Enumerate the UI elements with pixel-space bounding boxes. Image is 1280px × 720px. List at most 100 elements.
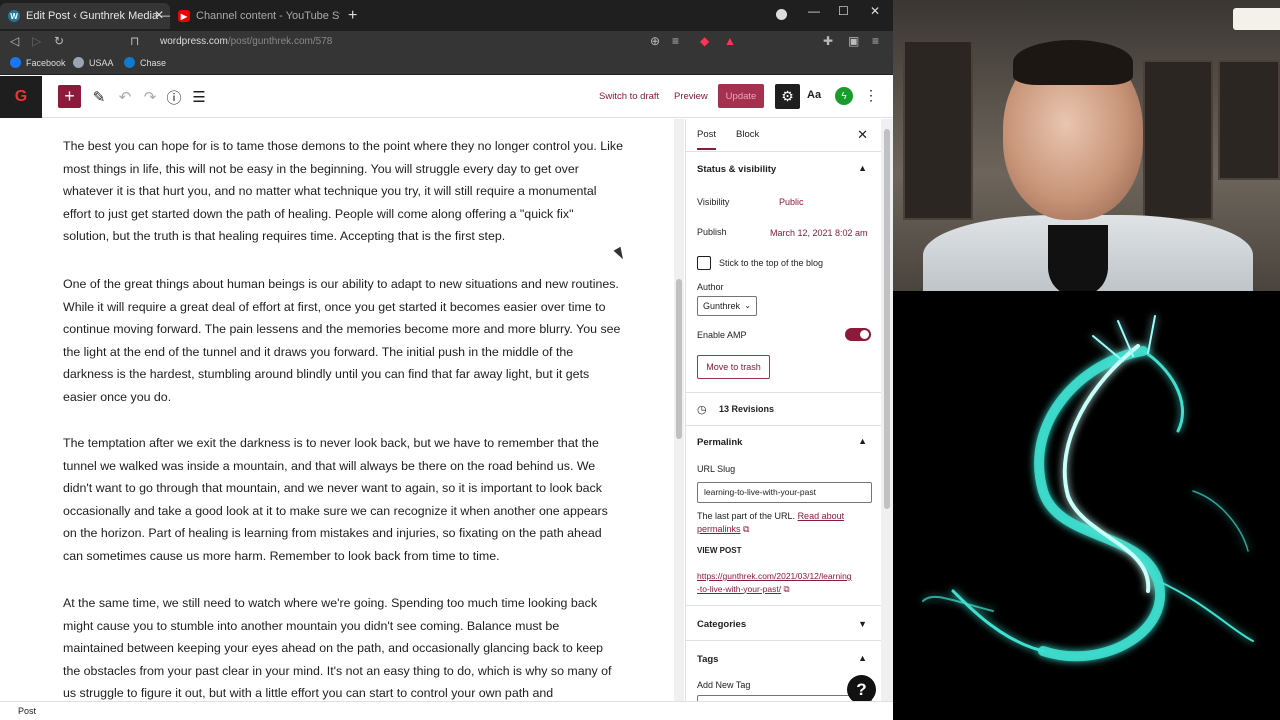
move-to-trash-button[interactable]: Move to trash [697,355,770,379]
wallet-icon[interactable]: ▣ [848,34,859,48]
divider [686,640,881,641]
youtube-icon: ▶ [178,10,190,22]
paragraph-block[interactable]: At the same time, we still need to watch… [63,592,623,701]
block-breadcrumb-bar: Post [0,701,893,720]
reload-icon[interactable]: ↻ [54,34,64,48]
preview-button[interactable]: Preview [674,91,708,102]
amp-label: Enable AMP [697,330,747,340]
help-question-icon[interactable]: ? [847,675,876,704]
sticky-checkbox[interactable] [697,256,711,270]
url-slug-input[interactable]: learning-to-live-with-your-past [697,482,872,503]
sticky-label: Stick to the top of the blog [719,258,824,268]
profile-icon[interactable] [776,9,787,20]
typography-button[interactable]: Aa [807,89,821,101]
view-post-link[interactable]: https://gunthrek.com/2021/03/12/learning… [697,570,875,595]
author-value: Gunthrek [703,301,741,311]
chevron-down-icon[interactable]: ▼ [858,619,867,629]
maximize-icon[interactable]: ☐ [838,4,849,18]
editor-header: G + ✎ ↶ ↷ ⓘ ☰ Switch to draft Preview Up… [0,76,893,118]
author-select[interactable]: Gunthrek ⌄ [697,296,757,316]
close-sidebar-icon[interactable]: ✕ [857,127,868,143]
categories-heading[interactable]: Categories [697,619,746,630]
add-block-button[interactable]: + [58,85,81,108]
person-hair [1013,40,1133,85]
paragraph-block[interactable]: The best you can hope for is to tame tho… [63,135,623,248]
minimize-icon[interactable]: — [808,4,820,18]
tab-block[interactable]: Block [736,129,759,140]
editor-gutter [0,119,42,701]
visibility-value[interactable]: Public [779,197,804,207]
cabinet [903,40,973,220]
cabinet [1143,60,1213,220]
sidebar-tabs: Post Block ✕ [686,119,881,152]
details-info-icon[interactable]: ⓘ [165,85,183,109]
tools-pencil-icon[interactable]: ✎ [90,85,108,109]
status-visibility-heading[interactable]: Status & visibility [697,164,776,175]
new-tab-button[interactable]: + [340,3,364,29]
chevron-up-icon[interactable]: ▲ [858,163,867,173]
breadcrumb-post[interactable]: Post [18,706,36,716]
webcam-feed [893,0,1280,291]
amp-toggle[interactable] [845,328,871,341]
bookmark-label: USAA [89,57,114,68]
publish-date-value[interactable]: March 12, 2021 8:02 am [770,228,868,238]
redo-icon[interactable]: ↷ [141,85,159,109]
switch-to-draft-button[interactable]: Switch to draft [599,91,659,102]
back-icon[interactable]: ◁ [10,34,19,48]
options-kebab-icon[interactable]: ⋮ [864,87,878,104]
tab-post[interactable]: Post [697,129,717,150]
tab-title: Channel content - YouTube Studio [196,10,340,22]
post-url-line2[interactable]: -to-live-with-your-past/ [697,584,781,594]
install-icon[interactable]: ⊕ [650,34,660,48]
dragon-s-logo-icon [922,315,1254,662]
post-url-line1[interactable]: https://gunthrek.com/2021/03/12/learning [697,570,875,583]
person-shirt [1048,225,1108,291]
wordpress-icon: W [8,10,20,22]
divider [686,605,881,606]
nav-bar: ◁ ▷ ↻ ⊓ wordpress.com/post/gunthrek.com/… [0,31,893,53]
close-tab-icon[interactable]: ✕ [154,8,164,22]
menu-icon[interactable]: ≡ [872,34,879,48]
usaa-icon [73,57,84,68]
paragraph-block[interactable]: The temptation after we exit the darknes… [63,432,623,568]
bookmark-facebook[interactable]: Facebook [10,57,66,68]
site-logo-button[interactable]: G [0,76,42,118]
forward-icon[interactable]: ▷ [32,34,41,48]
bookmark-icon[interactable]: ⊓ [130,34,139,48]
settings-gear-icon[interactable]: ⚙ [775,84,800,109]
url-host: wordpress.com [160,36,228,47]
tags-heading[interactable]: Tags [697,654,718,665]
scrollbar-thumb[interactable] [884,129,890,509]
ceiling-light [1233,8,1280,30]
chevron-up-icon[interactable]: ▲ [858,436,867,446]
close-window-icon[interactable]: ✕ [870,4,880,18]
divider [686,425,881,426]
sidebar-scrollbar[interactable] [881,119,893,701]
chase-icon [124,57,135,68]
bookmark-chase[interactable]: Chase [124,57,166,68]
update-button[interactable]: Update [718,84,764,108]
chevron-up-icon[interactable]: ▲ [858,653,867,663]
permalink-heading[interactable]: Permalink [697,437,742,448]
list-view-icon[interactable]: ☰ [190,85,208,109]
jetpack-icon[interactable]: ϟ [835,87,853,105]
scrollbar-thumb[interactable] [676,279,682,439]
tab-title: Edit Post ‹ Gunthrek Media — W [26,10,170,22]
paragraph-block[interactable]: One of the great things about human bein… [63,273,623,409]
permalink-help: The last part of the URL. Read about per… [697,510,872,536]
tab-edit-post[interactable]: W Edit Post ‹ Gunthrek Media — W ✕ [0,3,170,29]
divider [686,392,881,393]
brave-shield-icon[interactable]: ◆ [700,34,709,48]
channel-logo-panel [893,291,1280,720]
bookmark-usaa[interactable]: USAA [73,57,114,68]
content-scrollbar[interactable] [674,119,684,701]
tab-youtube-studio[interactable]: ▶ Channel content - YouTube Studio [170,3,340,29]
reader-icon[interactable]: ≡ [672,34,679,48]
undo-icon[interactable]: ↶ [116,85,134,109]
external-link-icon: ⧉ [743,524,750,534]
external-link-icon: ⧉ [783,583,790,594]
editor-canvas[interactable]: The best you can hope for is to tame tho… [42,119,672,701]
extensions-icon[interactable]: ✚ [823,34,833,48]
rewards-icon[interactable]: ▲ [724,34,736,48]
revisions-link[interactable]: 13 Revisions [719,404,774,414]
